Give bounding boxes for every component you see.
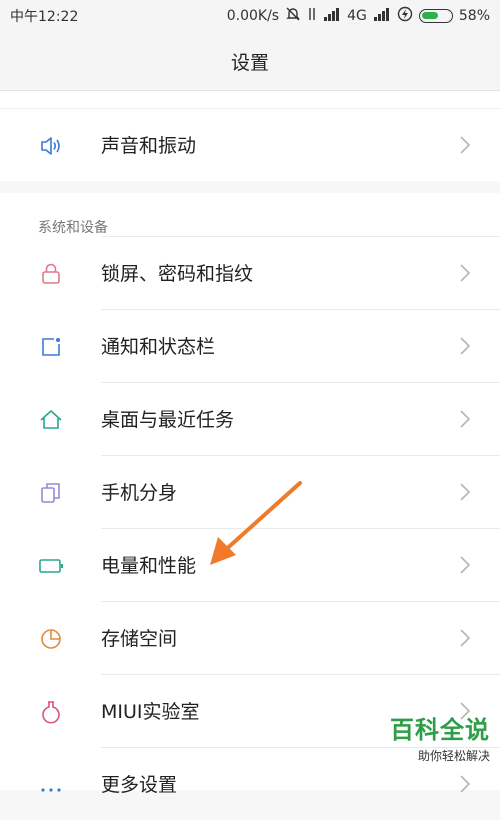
settings-item-label: 存储空间 bbox=[101, 628, 178, 650]
mute-icon bbox=[285, 6, 301, 26]
page-title: 设置 bbox=[230, 52, 269, 74]
settings-item-label: 锁屏、密码和指纹 bbox=[101, 263, 254, 285]
home-icon bbox=[38, 407, 64, 433]
status-bar: 中午12:22 0.00K/s 4G 58% bbox=[0, 0, 500, 30]
settings-item-label: 通知和状态栏 bbox=[101, 336, 216, 358]
chevron-right-icon bbox=[458, 482, 472, 502]
annotation-arrow bbox=[210, 481, 302, 565]
signal-icon-2 bbox=[373, 7, 391, 25]
more-icon bbox=[38, 772, 64, 798]
settings-item-lockscreen[interactable]: 锁屏、密码和指纹 bbox=[0, 237, 500, 309]
settings-item-storage[interactable]: 存储空间 bbox=[0, 602, 500, 674]
chevron-right-icon bbox=[458, 555, 472, 575]
settings-item-label: 手机分身 bbox=[101, 482, 178, 504]
settings-item-label: 电量和性能 bbox=[101, 555, 197, 577]
battery-icon bbox=[38, 553, 64, 579]
settings-item-label: 更多设置 bbox=[101, 774, 178, 796]
app-bar: 设置 bbox=[0, 30, 500, 91]
flask-icon bbox=[38, 699, 64, 725]
chevron-right-icon bbox=[458, 135, 472, 155]
network-speed: 0.00K/s bbox=[226, 8, 280, 24]
battery-fill bbox=[421, 12, 438, 19]
charging-icon bbox=[397, 6, 413, 26]
chevron-right-icon bbox=[458, 336, 472, 356]
network-type: 4G bbox=[347, 8, 367, 24]
section-title: 系统和设备 bbox=[38, 220, 108, 236]
settings-item-label: 声音和振动 bbox=[101, 135, 197, 157]
chevron-right-icon bbox=[458, 409, 472, 429]
sound-card: 声音和振动 bbox=[0, 91, 500, 181]
battery-percent: 58% bbox=[458, 8, 490, 24]
chevron-right-icon bbox=[458, 263, 472, 283]
lock-icon bbox=[38, 261, 64, 287]
watermark: 百科全说 助你轻松解决 bbox=[350, 710, 490, 772]
dual-apps-icon bbox=[38, 480, 64, 506]
settings-item-label: MIUI实验室 bbox=[101, 701, 200, 723]
settings-item-notifications[interactable]: 通知和状态栏 bbox=[0, 310, 500, 382]
chevron-right-icon bbox=[458, 774, 472, 794]
section-gap bbox=[0, 181, 500, 193]
battery-indicator bbox=[418, 9, 453, 23]
signal-icon bbox=[323, 7, 341, 25]
watermark-title: 百科全说 bbox=[390, 716, 490, 744]
settings-item-home-screen[interactable]: 桌面与最近任务 bbox=[0, 383, 500, 455]
chevron-right-icon bbox=[458, 628, 472, 648]
notification-icon bbox=[38, 334, 64, 360]
status-right: 0.00K/s 4G 58% bbox=[227, 6, 490, 26]
settings-item-label: 桌面与最近任务 bbox=[101, 409, 235, 431]
speaker-icon bbox=[38, 133, 64, 159]
watermark-subtitle: 助你轻松解决 bbox=[417, 749, 490, 763]
settings-item-sound[interactable]: 声音和振动 bbox=[0, 109, 500, 181]
storage-icon bbox=[38, 626, 64, 652]
data-activity-icon bbox=[307, 6, 317, 26]
status-time: 中午12:22 bbox=[10, 9, 79, 25]
